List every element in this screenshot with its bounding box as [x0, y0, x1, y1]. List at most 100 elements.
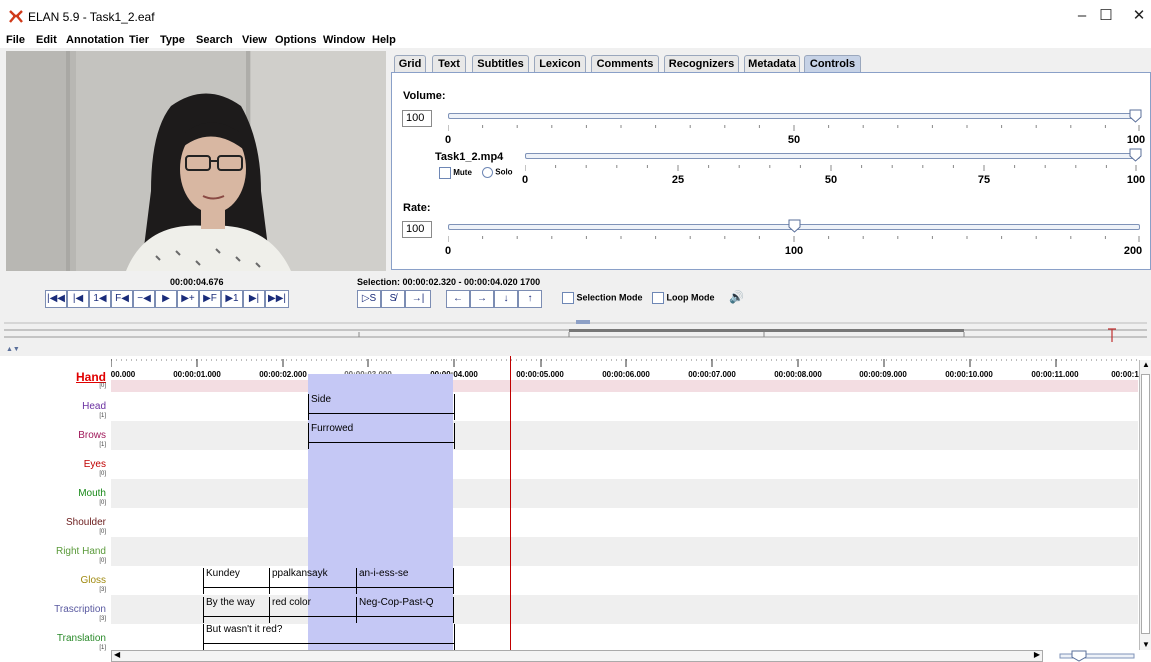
next-second-button[interactable]: ▶1 [221, 290, 243, 308]
tier-row-eyes[interactable] [111, 450, 1138, 479]
tier-row-head[interactable] [111, 392, 1138, 421]
tier-name-hand[interactable]: Hand [76, 370, 106, 384]
play-button[interactable]: ▶ [155, 290, 177, 308]
selection-mode-control[interactable]: Selection Mode [562, 292, 643, 304]
play-selection-button[interactable]: ▷S [357, 290, 381, 308]
annotation[interactable]: an-i-ess-se [356, 568, 454, 594]
rate-tick-200: 200 [1123, 245, 1143, 257]
tab-lexicon[interactable]: Lexicon [534, 55, 586, 73]
tier-name-shoulder[interactable]: Shoulder [66, 517, 106, 528]
tier-name-brows[interactable]: Brows [78, 430, 106, 441]
tab-recognizers[interactable]: Recognizers [664, 55, 739, 73]
mute-control[interactable]: Mute [439, 167, 472, 179]
next-pixel-button[interactable]: ▶+ [177, 290, 199, 308]
mute-checkbox[interactable] [439, 167, 451, 179]
tab-text[interactable]: Text [432, 55, 466, 73]
tier-row-mouth[interactable] [111, 479, 1138, 508]
tier-row-right-hand[interactable] [111, 537, 1138, 566]
volume-tick-50: 50 [787, 134, 801, 146]
selection-mode-checkbox[interactable] [562, 292, 574, 304]
selection-end-button[interactable]: →| [405, 290, 431, 308]
menu-search[interactable]: Search [196, 34, 233, 46]
solo-control[interactable]: Solo [482, 167, 513, 178]
media-volume-slider-track[interactable] [525, 153, 1140, 159]
tier-name-right-hand[interactable]: Right Hand [56, 546, 106, 557]
loop-mode-label: Loop Mode [666, 292, 715, 303]
timeline-overview[interactable] [4, 320, 1147, 342]
loop-mode-checkbox[interactable] [652, 292, 664, 304]
annotation[interactable]: But wasn't it red? [203, 624, 455, 650]
ruler-label: 00:00:02.000 [259, 370, 307, 379]
menu-window[interactable]: Window [323, 34, 365, 46]
video-viewer[interactable] [6, 51, 386, 271]
ruler-label: 00:00:09.000 [859, 370, 907, 379]
volume-slider-thumb[interactable] [1129, 109, 1142, 123]
scroll-up-icon[interactable]: ▲ [1142, 360, 1150, 369]
media-volume-slider-thumb[interactable] [1129, 148, 1142, 162]
go-to-end-button[interactable]: ▶▶| [265, 290, 289, 308]
next-frame-button[interactable]: ▶| [243, 290, 265, 308]
previous-pixel-button[interactable]: −◀ [133, 290, 155, 308]
annotation[interactable]: Neg-Cop-Past-Q [356, 597, 454, 623]
tier-name-translation[interactable]: Translation [57, 633, 106, 644]
tier-name-mouth[interactable]: Mouth [78, 488, 106, 499]
mute-label: Mute [453, 168, 472, 178]
annotation[interactable]: red color [269, 597, 356, 623]
scroll-left-icon[interactable]: ◀ [114, 650, 120, 659]
arrow-left-button[interactable]: ← [446, 290, 470, 308]
tab-controls[interactable]: Controls [804, 55, 861, 73]
previous-second-button[interactable]: 1◀ [89, 290, 111, 308]
tab-grid[interactable]: Grid [394, 55, 426, 73]
menu-file[interactable]: File [6, 34, 25, 46]
ruler-label: 00:00:10.000 [945, 370, 993, 379]
speaker-icon[interactable]: 🔊 [729, 290, 744, 304]
previous-frame-button[interactable]: |◀ [67, 290, 89, 308]
zoom-arrows-icon[interactable]: ▲▼ [6, 346, 20, 353]
volume-input[interactable]: 100 [402, 110, 432, 127]
menu-view[interactable]: View [242, 34, 267, 46]
arrow-down-button[interactable]: ↓ [494, 290, 518, 308]
tier-row-hand[interactable] [111, 380, 1138, 392]
timeline-viewer[interactable]: 00.000 00:00:01.000 00:00:02.000 00:00:0… [0, 356, 1151, 662]
tier-name-gloss[interactable]: Gloss [80, 575, 106, 586]
tab-comments[interactable]: Comments [591, 55, 659, 73]
tier-row-shoulder[interactable] [111, 508, 1138, 537]
volume-slider-track[interactable] [448, 113, 1140, 119]
menu-tier[interactable]: Tier [129, 34, 149, 46]
scroll-right-icon[interactable]: ▶ [1034, 650, 1040, 659]
scroll-down-icon[interactable]: ▼ [1142, 640, 1150, 649]
arrow-right-button[interactable]: → [470, 290, 494, 308]
tab-metadata[interactable]: Metadata [744, 55, 800, 73]
menu-help[interactable]: Help [372, 34, 396, 46]
crosshair-cursor[interactable] [510, 356, 511, 650]
close-button[interactable]: ✕ [1116, 0, 1151, 32]
menu-type[interactable]: Type [160, 34, 185, 46]
annotation[interactable]: Side [308, 394, 455, 420]
zoom-slider[interactable] [1058, 650, 1136, 662]
rate-input[interactable]: 100 [402, 221, 432, 238]
go-to-begin-button[interactable]: |◀◀ [45, 290, 67, 308]
tab-subtitles[interactable]: Subtitles [472, 55, 529, 73]
menu-edit[interactable]: Edit [36, 34, 57, 46]
annotation[interactable]: Kundey [203, 568, 269, 594]
annotation[interactable]: By the way [203, 597, 269, 623]
previous-frame-step-button[interactable]: F◀ [111, 290, 133, 308]
loop-mode-control[interactable]: Loop Mode [652, 292, 715, 304]
arrow-up-button[interactable]: ↑ [518, 290, 542, 308]
clear-selection-button[interactable]: S̸ [381, 290, 405, 308]
next-frame-step-button[interactable]: ▶F [199, 290, 221, 308]
tier-name-head[interactable]: Head [82, 401, 106, 412]
menu-options[interactable]: Options [275, 34, 317, 46]
annotation[interactable]: Furrowed [308, 423, 455, 449]
tier-row-brows[interactable] [111, 421, 1138, 450]
annotation[interactable]: ppalkansayk [269, 568, 356, 594]
rate-slider-thumb[interactable] [788, 219, 801, 233]
vertical-scrollbar[interactable]: ▲ ▼ [1139, 360, 1151, 650]
menu-annotation[interactable]: Annotation [66, 34, 124, 46]
solo-radio[interactable] [482, 167, 493, 178]
horizontal-scrollbar[interactable]: ◀ ▶ [111, 650, 1043, 662]
ruler-label: 00:00:1 [1111, 370, 1139, 379]
vertical-scroll-thumb[interactable] [1141, 374, 1150, 634]
tier-name-transcription[interactable]: Trascription [54, 604, 106, 615]
tier-name-eyes[interactable]: Eyes [84, 459, 106, 470]
